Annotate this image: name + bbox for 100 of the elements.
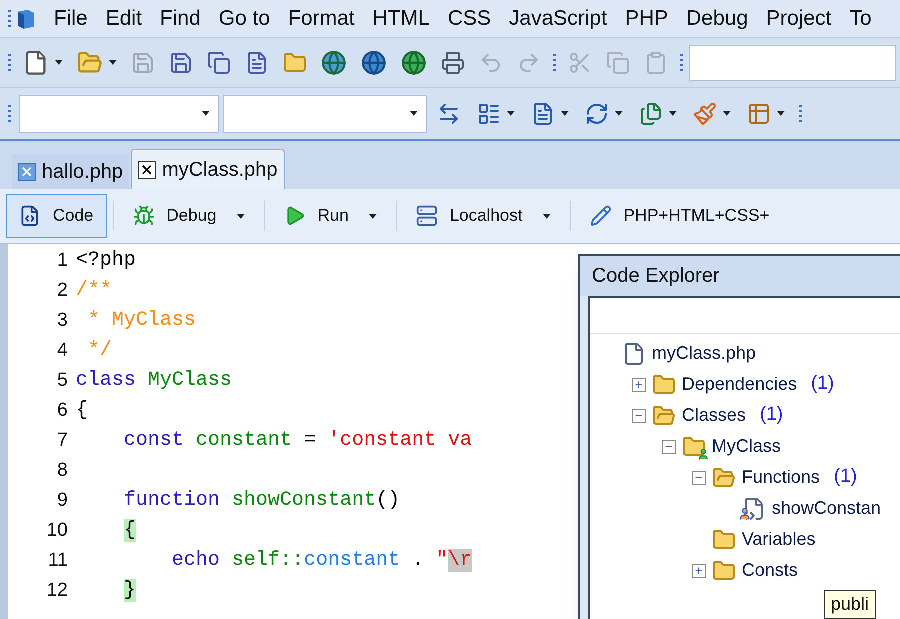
tree-item[interactable]: Functions (1): [692, 462, 858, 493]
tree-label: Classes: [682, 404, 746, 427]
grip-icon: [8, 8, 11, 30]
menu-item[interactable]: CSS: [438, 2, 500, 34]
folder-icon: [283, 50, 307, 74]
code-line: */: [87, 338, 112, 364]
code-file-icon: [19, 205, 41, 227]
code-line: const constant = 'constant va: [123, 428, 472, 454]
menu-item[interactable]: Format: [279, 2, 364, 34]
grip-icon: [553, 52, 556, 74]
bug-icon: [132, 205, 155, 227]
code-line: <?php: [76, 248, 136, 274]
folder-icon: [712, 528, 736, 552]
code-line: class MyClass: [76, 368, 232, 394]
line-number: 6: [56, 398, 69, 423]
tree-item[interactable]: myClass.php: [602, 338, 756, 369]
line-number: 9: [56, 488, 69, 513]
tree-label: myClass.php: [652, 342, 756, 365]
tree-label: showConstan: [772, 497, 882, 520]
tree-label: Variables: [742, 528, 816, 551]
folder-icon: [712, 466, 736, 490]
item-count: (1): [811, 372, 834, 396]
code-line: echo self::constant . "\r: [171, 548, 472, 574]
view-button[interactable]: Code: [6, 194, 107, 238]
document-tab[interactable]: hallo.php: [12, 155, 130, 189]
tree-label: MyClass: [712, 435, 782, 458]
caret-icon: [542, 214, 551, 218]
tree-item[interactable]: Consts: [692, 555, 798, 586]
view-button[interactable]: Run: [270, 194, 390, 238]
grip-icon: [680, 52, 683, 74]
dropdown-field[interactable]: [223, 94, 427, 132]
save-icon: [131, 50, 155, 74]
line-number: 7: [56, 428, 69, 453]
tree-item[interactable]: Dependencies (1): [632, 369, 834, 400]
document-icon: [245, 50, 269, 74]
caret-icon: [236, 214, 245, 218]
caret-icon: [202, 111, 210, 116]
caret-icon: [109, 60, 117, 65]
menu-item[interactable]: HTML: [364, 2, 439, 34]
caret-icon: [55, 60, 63, 65]
line-number: 12: [46, 578, 69, 603]
dropdown-field[interactable]: [19, 94, 219, 132]
server-icon: [416, 205, 438, 227]
close-icon[interactable]: [138, 160, 156, 178]
document-icon: [531, 102, 555, 126]
caret-icon: [777, 111, 785, 116]
save-icon: [169, 50, 193, 74]
pencil-icon: [590, 205, 612, 227]
tree-item[interactable]: Classes (1): [632, 400, 784, 431]
tree-item[interactable]: MyClass: [662, 431, 782, 462]
document-tab[interactable]: myClass.php: [131, 149, 285, 189]
folder-icon: [652, 372, 676, 396]
globe-icon: [401, 50, 427, 76]
copy-icon: [606, 50, 630, 74]
menu-item[interactable]: To: [840, 2, 881, 34]
menu-item[interactable]: Debug: [677, 2, 758, 34]
menu-item[interactable]: Project: [757, 2, 841, 34]
expand-icon[interactable]: [632, 378, 646, 392]
caret-icon: [368, 214, 377, 218]
item-count: (1): [760, 403, 784, 428]
toolbar-field[interactable]: [689, 44, 896, 80]
item-count: (1): [834, 465, 858, 490]
file-icon: [622, 342, 646, 366]
method-icon: [742, 496, 766, 520]
code-line: * MyClass: [87, 308, 196, 334]
menu-item[interactable]: Go to: [210, 2, 280, 34]
panel-title: Code Explorer: [580, 256, 900, 296]
view-button[interactable]: PHP+HTML+CSS+: [576, 194, 783, 238]
menu-item[interactable]: PHP: [616, 2, 678, 34]
collapse-icon[interactable]: [632, 408, 646, 422]
tree-label: Dependencies: [682, 373, 798, 396]
collapse-icon[interactable]: [692, 470, 706, 484]
menu-item[interactable]: File: [45, 2, 97, 34]
line-number: 4: [56, 338, 69, 363]
menu-item[interactable]: Edit: [96, 2, 152, 34]
menu-item[interactable]: JavaScript: [500, 2, 616, 34]
expand-icon[interactable]: [692, 564, 706, 578]
brush-icon: [693, 102, 717, 126]
tree-item[interactable]: Variables: [692, 524, 816, 555]
tree-item[interactable]: showConstan: [722, 493, 882, 524]
line-number: 5: [56, 368, 69, 393]
collapse-icon[interactable]: [662, 440, 676, 454]
code-line: /**: [76, 278, 112, 304]
scissors-icon: [568, 50, 592, 74]
view-button[interactable]: Localhost: [402, 194, 564, 238]
caret-icon: [723, 111, 731, 116]
line-number: 10: [46, 518, 69, 543]
tree-label: Consts: [742, 559, 798, 582]
refresh-icon: [585, 102, 609, 126]
arrows-icon: [437, 102, 461, 126]
caret-icon: [615, 111, 623, 116]
list-icon: [477, 102, 501, 126]
table-icon: [747, 102, 771, 126]
code-line: {: [76, 398, 88, 424]
menu-item[interactable]: Find: [151, 2, 210, 34]
caret-icon: [669, 111, 677, 116]
caret-icon: [507, 111, 515, 116]
view-button[interactable]: Debug: [120, 194, 258, 238]
app-icon: [15, 8, 37, 30]
tooltip: publi: [824, 590, 876, 619]
